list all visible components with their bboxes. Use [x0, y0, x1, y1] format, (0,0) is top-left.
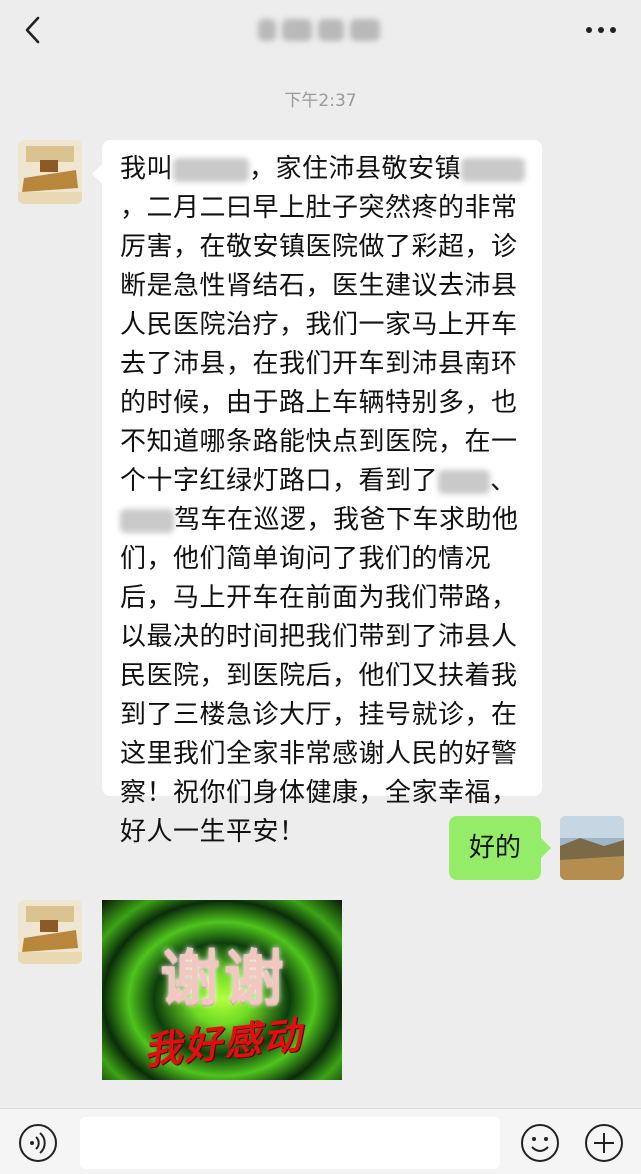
voice-icon — [19, 1124, 57, 1162]
chevron-left-icon — [25, 16, 40, 44]
contact-avatar[interactable] — [18, 900, 82, 964]
plus-button[interactable] — [584, 1123, 624, 1163]
voice-button[interactable] — [18, 1123, 58, 1163]
input-bar — [0, 1108, 641, 1174]
redacted-address — [461, 157, 526, 182]
thanks-sticker[interactable]: 谢谢 我好感动 — [102, 900, 342, 1080]
plus-icon — [585, 1124, 623, 1162]
more-button[interactable] — [581, 12, 621, 48]
chat-title-blurred — [257, 19, 380, 41]
outgoing-message-bubble[interactable]: 好的 — [449, 816, 551, 880]
emoji-icon — [521, 1124, 559, 1162]
avatar-image — [18, 900, 82, 964]
redacted-officer-2 — [120, 508, 174, 533]
contact-avatar[interactable] — [18, 140, 82, 204]
back-button[interactable] — [18, 14, 50, 46]
emoji-button[interactable] — [520, 1123, 560, 1163]
avatar-image — [18, 140, 82, 204]
redacted-officer-1 — [438, 469, 491, 494]
avatar-image — [560, 816, 624, 880]
ellipsis-icon — [586, 27, 616, 33]
my-avatar[interactable] — [560, 816, 624, 880]
incoming-message-text: 我叫 ，家住沛县敬安镇，二月二曰早上肚子突然疼的非常厉害，在敬安镇医院做了彩超，诊… — [120, 150, 530, 852]
top-bar — [0, 0, 641, 60]
message-timestamp: 下午2:37 — [284, 91, 357, 111]
sticker-main-text: 谢谢 — [160, 944, 288, 1014]
outgoing-message-text: 好的 — [469, 833, 522, 863]
redacted-name — [173, 157, 250, 182]
message-input[interactable] — [80, 1117, 500, 1169]
